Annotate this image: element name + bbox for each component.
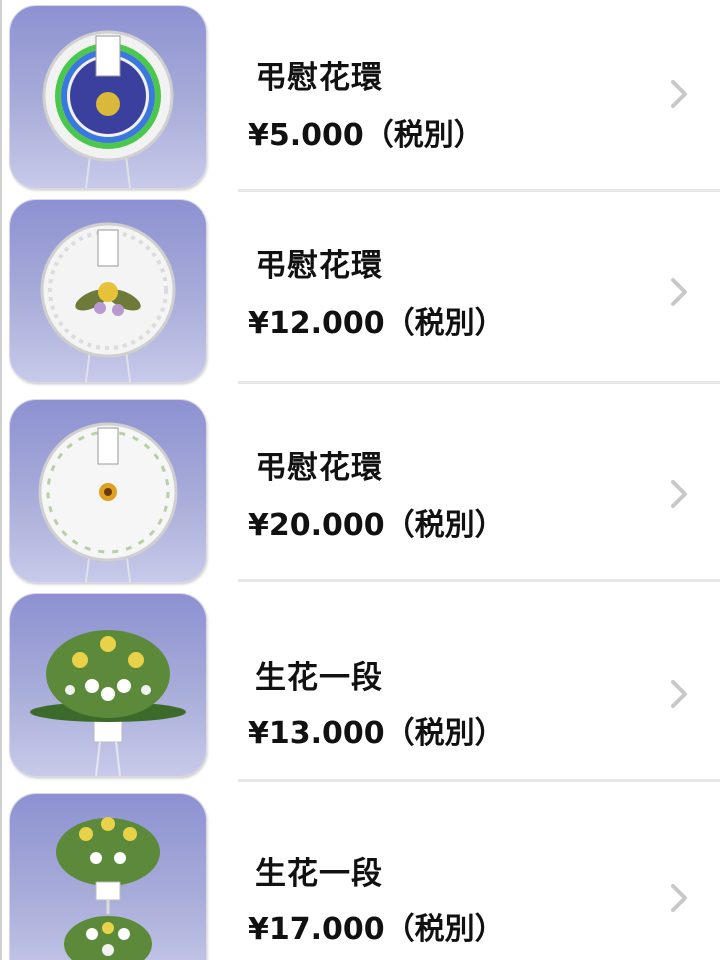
chevron-right-icon [671,680,687,708]
chevron-right-icon [671,80,687,108]
product-name: 生花一段 [255,660,383,696]
row-divider [238,381,720,384]
flower-stand-two-tier-image [10,794,206,960]
product-price: ¥12.000（税別） [248,306,505,341]
wreath-white-image [10,400,206,582]
product-name: 生花一段 [255,856,383,892]
row-divider [238,579,720,582]
product-list: 弔慰花環 ¥5.000（税別） 弔慰花環 ¥12.000（税別） 弔慰花環 ¥2… [0,0,720,960]
product-name: 弔慰花環 [255,60,383,96]
product-price: ¥13.000（税別） [248,716,505,751]
list-item[interactable]: 生花一段 ¥17.000（税別） [0,790,720,960]
row-divider [238,779,720,782]
chevron-right-icon [671,278,687,306]
product-price: ¥17.000（税別） [248,912,505,947]
product-name: 弔慰花環 [255,450,383,486]
product-price: ¥20.000（税別） [248,508,505,543]
list-item[interactable]: 生花一段 ¥13.000（税別） [0,590,720,782]
product-name: 弔慰花環 [255,248,383,284]
list-item[interactable]: 弔慰花環 ¥20.000（税別） [0,390,720,582]
flower-stand-one-tier-image [10,594,206,776]
product-price: ¥5.000（税別） [248,118,484,153]
list-item[interactable]: 弔慰花環 ¥12.000（税別） [0,192,720,384]
chevron-right-icon [671,480,687,508]
list-item-body [238,192,720,384]
wreath-lily-image [10,200,206,382]
wreath-emblem-image [10,6,206,188]
chevron-right-icon [671,884,687,912]
list-item[interactable]: 弔慰花環 ¥5.000（税別） [0,0,720,192]
